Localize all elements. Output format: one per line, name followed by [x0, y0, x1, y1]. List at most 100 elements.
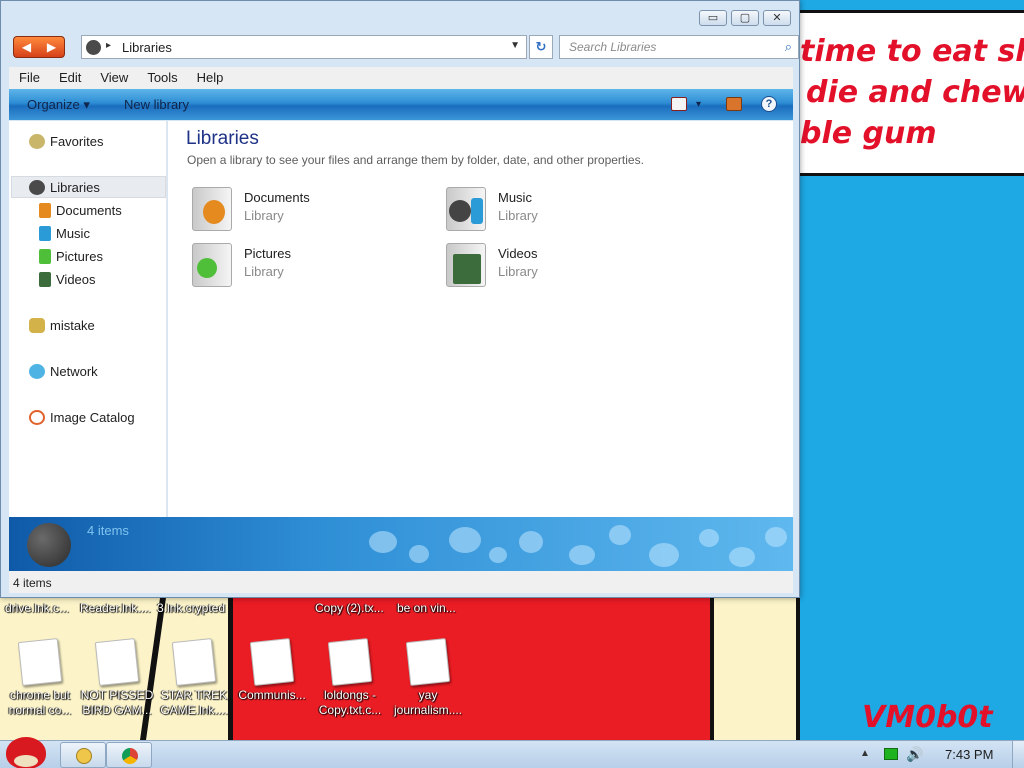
file-icon — [94, 638, 140, 686]
music-icon — [39, 225, 51, 241]
libraries-icon — [29, 179, 45, 195]
address-dropdown-icon[interactable]: ▼ — [510, 40, 520, 51]
sidebar-item-network[interactable]: Network — [29, 360, 98, 382]
sidebar-item-label: mistake — [50, 317, 95, 333]
file-icon — [171, 638, 217, 686]
sidebar-item-label: Image Catalog — [50, 409, 135, 425]
maximize-button[interactable]: ▢ — [731, 10, 759, 26]
back-button[interactable]: ◀ — [14, 37, 39, 57]
videos-library-icon — [446, 243, 486, 287]
menu-help[interactable]: Help — [187, 67, 233, 89]
explorer-icon — [76, 748, 92, 764]
explorer-window: ▭ ▢ ✕ ◀ ▶ ▸ Libraries ▼ ↻ Search Librari… — [0, 0, 800, 598]
taskbar-chrome-button[interactable] — [106, 742, 152, 768]
libraries-icon — [86, 40, 101, 55]
breadcrumb-libraries[interactable]: Libraries — [122, 40, 172, 55]
search-icon[interactable]: ⌕ — [785, 39, 792, 55]
navigation-pane: Favorites Libraries Documents Music Pict… — [9, 121, 167, 517]
library-documents[interactable]: Documents Library — [190, 185, 410, 235]
sidebar-item-image-catalog[interactable]: Image Catalog — [29, 406, 135, 428]
page-title: Libraries — [186, 128, 259, 149]
desktop-icon-label: loldongs - Copy.txt.c... — [318, 688, 382, 717]
desktop-icon[interactable]: STAR TREK GAME.lnk.... — [156, 638, 232, 718]
sidebar-item-videos[interactable]: Videos — [39, 268, 96, 290]
wallpaper-text-line-2: die and chew — [806, 75, 1024, 110]
details-item-count: 4 items — [87, 523, 129, 538]
desktop-icon[interactable]: NOT PISSED BIRD GAM... — [79, 638, 155, 718]
sidebar-item-favorites[interactable]: Favorites — [29, 130, 103, 152]
pictures-library-icon — [192, 243, 232, 287]
desktop-icon-label[interactable]: Copy (2).tx... — [315, 601, 384, 615]
navigation-bar: ◀ ▶ ▸ Libraries ▼ ↻ Search Libraries ⌕ — [9, 33, 799, 61]
desktop-icon[interactable]: Communis... — [234, 638, 310, 703]
wallpaper-text-line-3: ble gum — [800, 116, 937, 151]
start-button[interactable] — [2, 735, 50, 768]
nav-buttons: ◀ ▶ — [13, 36, 65, 58]
desktop-icon-label: Communis... — [238, 688, 306, 702]
library-kind: Library — [498, 208, 538, 223]
status-bar: 4 items — [9, 571, 793, 593]
desktop-icon[interactable]: yay journalism.... — [390, 638, 466, 718]
search-input[interactable]: Search Libraries ⌕ — [559, 35, 799, 59]
desktop-icon-label[interactable]: drive.lnk.c... — [5, 601, 69, 615]
network-status-icon[interactable] — [884, 748, 898, 760]
sidebar-item-label: Network — [50, 363, 98, 379]
refresh-button[interactable]: ↻ — [529, 35, 553, 59]
sidebar-item-label: Music — [56, 225, 90, 241]
desktop-icon-label[interactable]: Reader.lnk.... — [80, 601, 151, 615]
videos-icon — [39, 271, 51, 287]
address-bar[interactable]: ▸ Libraries ▼ — [81, 35, 527, 59]
page-subtitle: Open a library to see your files and arr… — [187, 153, 644, 167]
wallpaper-cream-strip — [710, 598, 800, 740]
sidebar-item-libraries[interactable]: Libraries — [11, 176, 166, 198]
file-icon — [405, 638, 451, 686]
taskbar: ▲ 🔊 7:43 PM — [0, 737, 1024, 768]
sidebar-item-homegroup[interactable]: mistake — [29, 314, 95, 336]
star-icon — [29, 133, 45, 149]
desktop-icon[interactable]: chrome but normal co... — [2, 638, 78, 718]
tray-expand-icon[interactable]: ▲ — [860, 748, 870, 759]
sidebar-item-documents[interactable]: Documents — [39, 199, 122, 221]
sidebar-item-label: Pictures — [56, 248, 103, 264]
new-library-button[interactable]: New library — [124, 97, 189, 112]
file-icon — [17, 638, 63, 686]
search-placeholder: Search Libraries — [569, 40, 657, 54]
minimize-button[interactable]: ▭ — [699, 10, 727, 26]
library-pictures[interactable]: Pictures Library — [190, 241, 410, 291]
taskbar-explorer-button[interactable] — [60, 742, 106, 768]
clock[interactable]: 7:43 PM — [945, 747, 993, 762]
preview-pane-icon[interactable] — [726, 97, 742, 111]
breadcrumb-separator-icon[interactable]: ▸ — [106, 40, 111, 51]
desktop-icon-label[interactable]: 3.lnk.crypted — [157, 601, 225, 615]
image-catalog-icon — [29, 409, 45, 425]
menu-edit[interactable]: Edit — [49, 67, 90, 89]
menu-tools[interactable]: Tools — [137, 67, 186, 89]
library-name: Music — [498, 190, 532, 205]
libraries-large-icon — [27, 523, 71, 567]
homegroup-icon — [29, 317, 45, 333]
desktop-icon[interactable]: loldongs - Copy.txt.c... — [312, 638, 388, 718]
caption-buttons: ▭ ▢ ✕ — [699, 10, 791, 26]
organize-button[interactable]: Organize ▾ — [27, 97, 90, 113]
library-videos[interactable]: Videos Library — [444, 241, 664, 291]
volume-icon[interactable]: 🔊 — [906, 746, 923, 763]
help-icon[interactable]: ? — [761, 96, 777, 112]
sidebar-item-label: Libraries — [50, 179, 100, 195]
wallpaper-text-line-1: time to eat shit — [800, 34, 1024, 69]
menu-file[interactable]: File — [9, 67, 49, 89]
show-desktop-button[interactable] — [1012, 741, 1024, 768]
sidebar-item-pictures[interactable]: Pictures — [39, 245, 103, 267]
menu-bar: File Edit View Tools Help — [9, 67, 793, 89]
content-pane: Libraries Open a library to see your fil… — [168, 121, 793, 517]
library-music[interactable]: Music Library — [444, 185, 664, 235]
sidebar-item-music[interactable]: Music — [39, 222, 90, 244]
view-dropdown-icon[interactable]: ▾ — [696, 99, 701, 110]
library-name: Pictures — [244, 246, 291, 261]
close-button[interactable]: ✕ — [763, 10, 791, 26]
desktop-icon-label[interactable]: be on vin... — [397, 601, 456, 615]
menu-view[interactable]: View — [90, 67, 137, 89]
command-bar: Organize ▾ New library ▾ ? — [9, 89, 793, 120]
view-options-icon[interactable] — [671, 97, 687, 111]
forward-button[interactable]: ▶ — [39, 37, 64, 57]
file-icon — [327, 638, 373, 686]
